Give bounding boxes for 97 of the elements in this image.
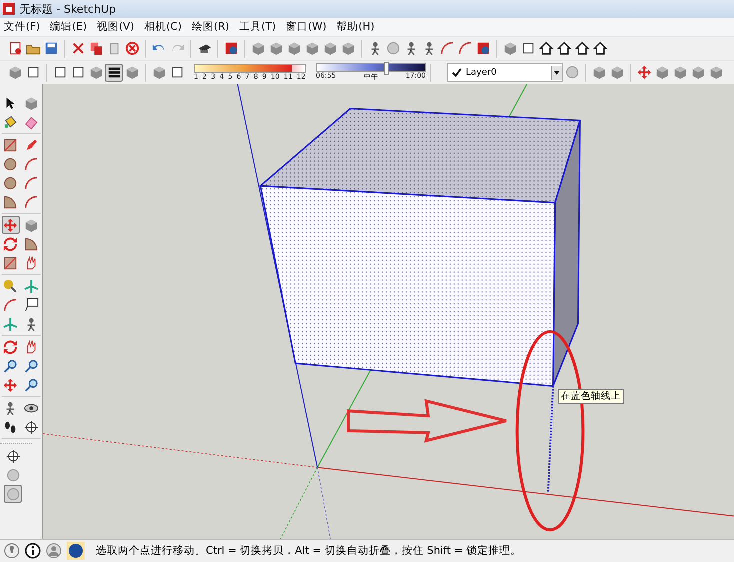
globe-icon bbox=[564, 65, 580, 80]
layer-dropdown[interactable]: Layer0 bbox=[447, 63, 563, 82]
menu-item[interactable]: 视图(V) bbox=[97, 20, 134, 34]
copy-icon bbox=[88, 41, 104, 56]
eraser-icon bbox=[24, 114, 39, 130]
cube-icon bbox=[268, 41, 284, 56]
slider-thumb[interactable] bbox=[384, 62, 390, 75]
status-message: 选取两个点进行移动。Ctrl = 切换拷贝，Alt = 切换自动折叠，按住 Shift = 锁定推理。 bbox=[96, 544, 522, 558]
window-title: 无标题 - SketchUp bbox=[20, 2, 116, 16]
tool-button[interactable] bbox=[4, 447, 22, 465]
shadow-month-bar[interactable] bbox=[194, 64, 306, 73]
move-icon bbox=[3, 378, 18, 392]
box-icon bbox=[52, 65, 68, 80]
cube-icon bbox=[340, 41, 356, 56]
house-icon bbox=[556, 41, 572, 56]
cube-icon bbox=[88, 65, 104, 80]
pencil-icon bbox=[24, 138, 39, 152]
arc-icon bbox=[24, 194, 39, 210]
text-icon bbox=[24, 298, 39, 312]
cube-icon bbox=[304, 41, 320, 56]
box-icon bbox=[26, 65, 40, 80]
box-icon bbox=[170, 65, 184, 80]
move-icon bbox=[636, 65, 652, 80]
arc-icon bbox=[3, 298, 18, 312]
user-icon[interactable] bbox=[46, 543, 62, 559]
move-icon bbox=[3, 218, 18, 232]
selected-tool-button[interactable] bbox=[105, 64, 123, 82]
tool-button[interactable] bbox=[537, 40, 555, 58]
cube-icon bbox=[24, 218, 39, 232]
menu-item[interactable]: 相机(C) bbox=[144, 20, 182, 34]
footprints-icon bbox=[3, 420, 18, 434]
arc-icon bbox=[24, 156, 39, 172]
zoom-icon bbox=[24, 378, 39, 392]
menu-item[interactable]: 编辑(E) bbox=[50, 20, 88, 34]
app-logo-icon bbox=[3, 3, 15, 15]
cube-icon bbox=[286, 41, 302, 56]
axes-icon bbox=[3, 316, 18, 332]
box-icon bbox=[70, 65, 86, 80]
tool-button[interactable] bbox=[22, 296, 40, 314]
tool-button[interactable] bbox=[591, 40, 609, 58]
save-icon bbox=[44, 41, 58, 56]
house-icon bbox=[592, 41, 608, 56]
paint-bucket-icon bbox=[3, 114, 18, 130]
zoom-icon bbox=[24, 358, 39, 374]
drawing-canvas[interactable]: 在蓝色轴线上 bbox=[43, 84, 734, 539]
cube-icon bbox=[610, 65, 624, 80]
prohibit-icon bbox=[124, 41, 140, 56]
rectangle-icon bbox=[3, 138, 18, 152]
tool-button[interactable] bbox=[22, 418, 40, 436]
axes-icon bbox=[24, 278, 39, 294]
pie-icon bbox=[3, 194, 18, 210]
rectangle-icon bbox=[3, 256, 18, 270]
cube-icon bbox=[124, 65, 140, 80]
layer-name: Layer0 bbox=[466, 68, 498, 78]
stripes-icon bbox=[106, 65, 122, 80]
menu-item[interactable]: 文件(F) bbox=[4, 20, 40, 34]
cube-icon bbox=[690, 65, 706, 80]
cube-icon bbox=[8, 65, 22, 80]
time-slider[interactable] bbox=[316, 63, 426, 72]
menu-item[interactable]: 窗口(W) bbox=[286, 20, 327, 34]
menu-item[interactable]: 工具(T) bbox=[239, 20, 276, 34]
new-file-icon bbox=[8, 41, 22, 56]
tool-button[interactable] bbox=[555, 40, 573, 58]
cube-icon bbox=[654, 65, 670, 80]
menu-item[interactable]: 帮助(H) bbox=[336, 20, 375, 34]
circle-icon bbox=[3, 176, 18, 190]
crosshair-icon bbox=[6, 448, 20, 464]
info-icon[interactable] bbox=[25, 543, 41, 559]
pie-icon bbox=[24, 236, 39, 252]
box-icon bbox=[520, 41, 536, 56]
tape-measure-icon bbox=[3, 278, 18, 294]
cube-icon bbox=[24, 96, 39, 110]
globe-icon bbox=[6, 486, 20, 502]
crosshair-icon bbox=[24, 420, 39, 434]
cube-icon bbox=[502, 41, 518, 56]
cube-icon bbox=[152, 65, 166, 80]
globe-icon bbox=[386, 41, 400, 56]
cube-icon bbox=[250, 41, 266, 56]
cube-icon bbox=[708, 65, 724, 80]
arc-icon bbox=[440, 41, 454, 56]
arc-icon bbox=[458, 41, 472, 56]
zoom-icon bbox=[3, 358, 18, 374]
tooltip: 在蓝色轴线上 bbox=[558, 389, 624, 404]
globe-icon bbox=[6, 468, 20, 482]
tool-button[interactable] bbox=[2, 277, 20, 295]
menu-item[interactable]: 绘图(R) bbox=[192, 20, 230, 34]
scissors-icon bbox=[70, 41, 86, 56]
cube-icon bbox=[672, 65, 688, 80]
rotate-icon bbox=[3, 236, 18, 252]
house-icon bbox=[538, 41, 554, 56]
circle-icon bbox=[3, 156, 18, 172]
arc-icon bbox=[24, 176, 39, 190]
rotate-icon bbox=[3, 340, 18, 354]
cube-icon bbox=[592, 65, 606, 80]
house-icon bbox=[574, 41, 590, 56]
cube-icon bbox=[322, 41, 338, 56]
tool-button[interactable] bbox=[573, 40, 591, 58]
